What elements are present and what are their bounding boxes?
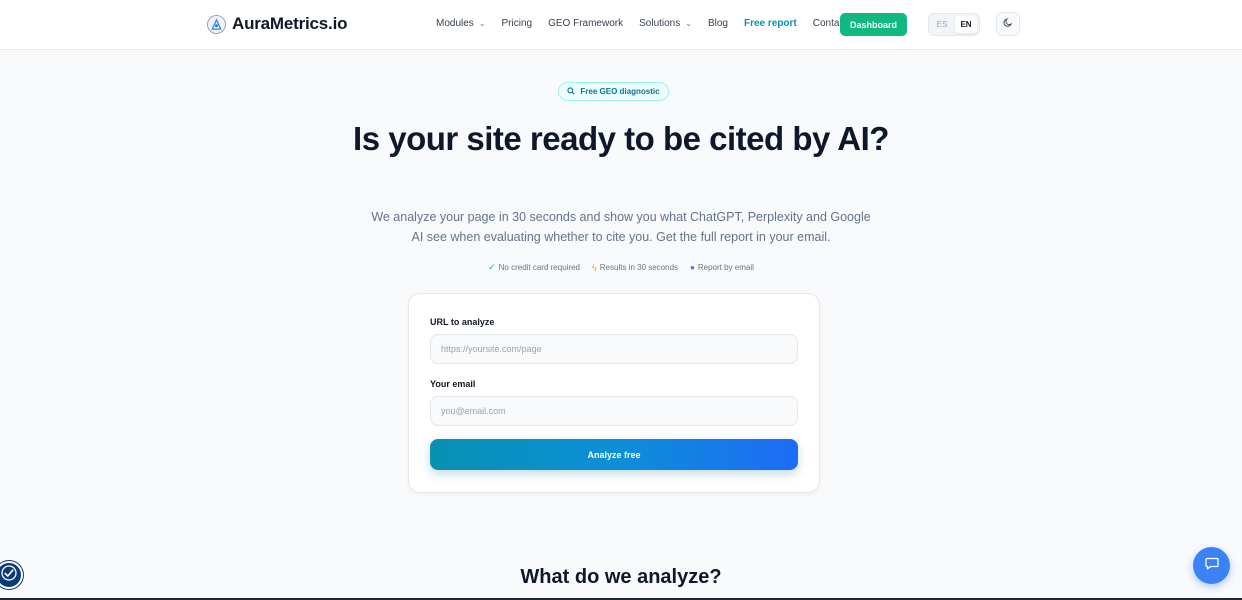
feature-label: Report by email: [697, 263, 754, 272]
url-label: URL to analyze: [430, 317, 495, 327]
mail-icon: ●: [690, 263, 695, 272]
chevron-down-icon: ⌄: [478, 19, 486, 28]
logo-icon: [207, 14, 226, 34]
theme-toggle-button[interactable]: [996, 12, 1020, 36]
nav-item-free-report[interactable]: Free report: [744, 18, 797, 29]
analyze-form: URL to analyze Your email Analyze free: [408, 293, 820, 493]
url-input[interactable]: [430, 334, 798, 364]
main-nav: Modules ⌄ Pricing GEO Framework Solution…: [436, 18, 847, 29]
page-title: Is your site ready to be cited by AI?: [353, 120, 889, 157]
nav-item-label: GEO Framework: [548, 18, 624, 29]
nav-item-label: Modules: [436, 18, 474, 29]
brand-logo[interactable]: AuraMetrics.io: [207, 14, 347, 34]
nav-item-solutions[interactable]: Solutions ⌄: [639, 18, 692, 29]
chevron-down-icon: ⌄: [685, 19, 692, 28]
site-header: AuraMetrics.io Modules ⌄ Pricing GEO Fra…: [0, 0, 1242, 50]
nav-item-label: Free report: [743, 18, 797, 29]
feature-label: No credit card required: [498, 263, 580, 272]
section-title: What do we analyze?: [520, 566, 722, 588]
moon-icon: [1003, 15, 1014, 33]
badge-label: Free GEO diagnostic: [580, 87, 660, 96]
email-input[interactable]: [430, 396, 798, 426]
nav-item-pricing[interactable]: Pricing: [502, 18, 533, 29]
nav-item-label: Solutions: [639, 18, 681, 29]
email-label: Your email: [430, 379, 476, 389]
hero-badge: Free GEO diagnostic: [558, 82, 669, 101]
brand-name: AuraMetrics.io: [232, 14, 348, 33]
check-icon: ✓: [488, 262, 496, 272]
nav-item-label: Blog: [707, 18, 728, 29]
feature-item: ϟ Results in 30 seconds: [592, 262, 678, 273]
dashboard-button[interactable]: Dashboard: [840, 13, 907, 36]
language-option-es[interactable]: ES: [931, 16, 953, 33]
language-switcher: ES EN: [928, 13, 980, 36]
language-option-en[interactable]: EN: [955, 16, 977, 33]
analyze-button[interactable]: Analyze free: [430, 439, 798, 470]
nav-item-modules[interactable]: Modules ⌄: [436, 18, 486, 29]
feature-item: ✓ No credit card required: [488, 262, 580, 273]
feature-list: ✓ No credit card required ϟ Results in 3…: [0, 262, 1242, 273]
chat-button[interactable]: [1193, 547, 1230, 584]
nav-item-geo-framework[interactable]: GEO Framework: [548, 18, 623, 29]
chat-icon: [1204, 555, 1220, 576]
hero-subtitle: We analyze your page in 30 seconds and s…: [371, 210, 871, 244]
nav-item-label: Pricing: [501, 18, 533, 29]
accessibility-icon: [0, 564, 18, 587]
nav-item-blog[interactable]: Blog: [708, 18, 728, 29]
feature-item: ● Report by email: [690, 262, 754, 273]
search-icon: [567, 86, 576, 97]
feature-label: Results in 30 seconds: [599, 263, 679, 272]
lightning-icon: ϟ: [592, 262, 597, 273]
